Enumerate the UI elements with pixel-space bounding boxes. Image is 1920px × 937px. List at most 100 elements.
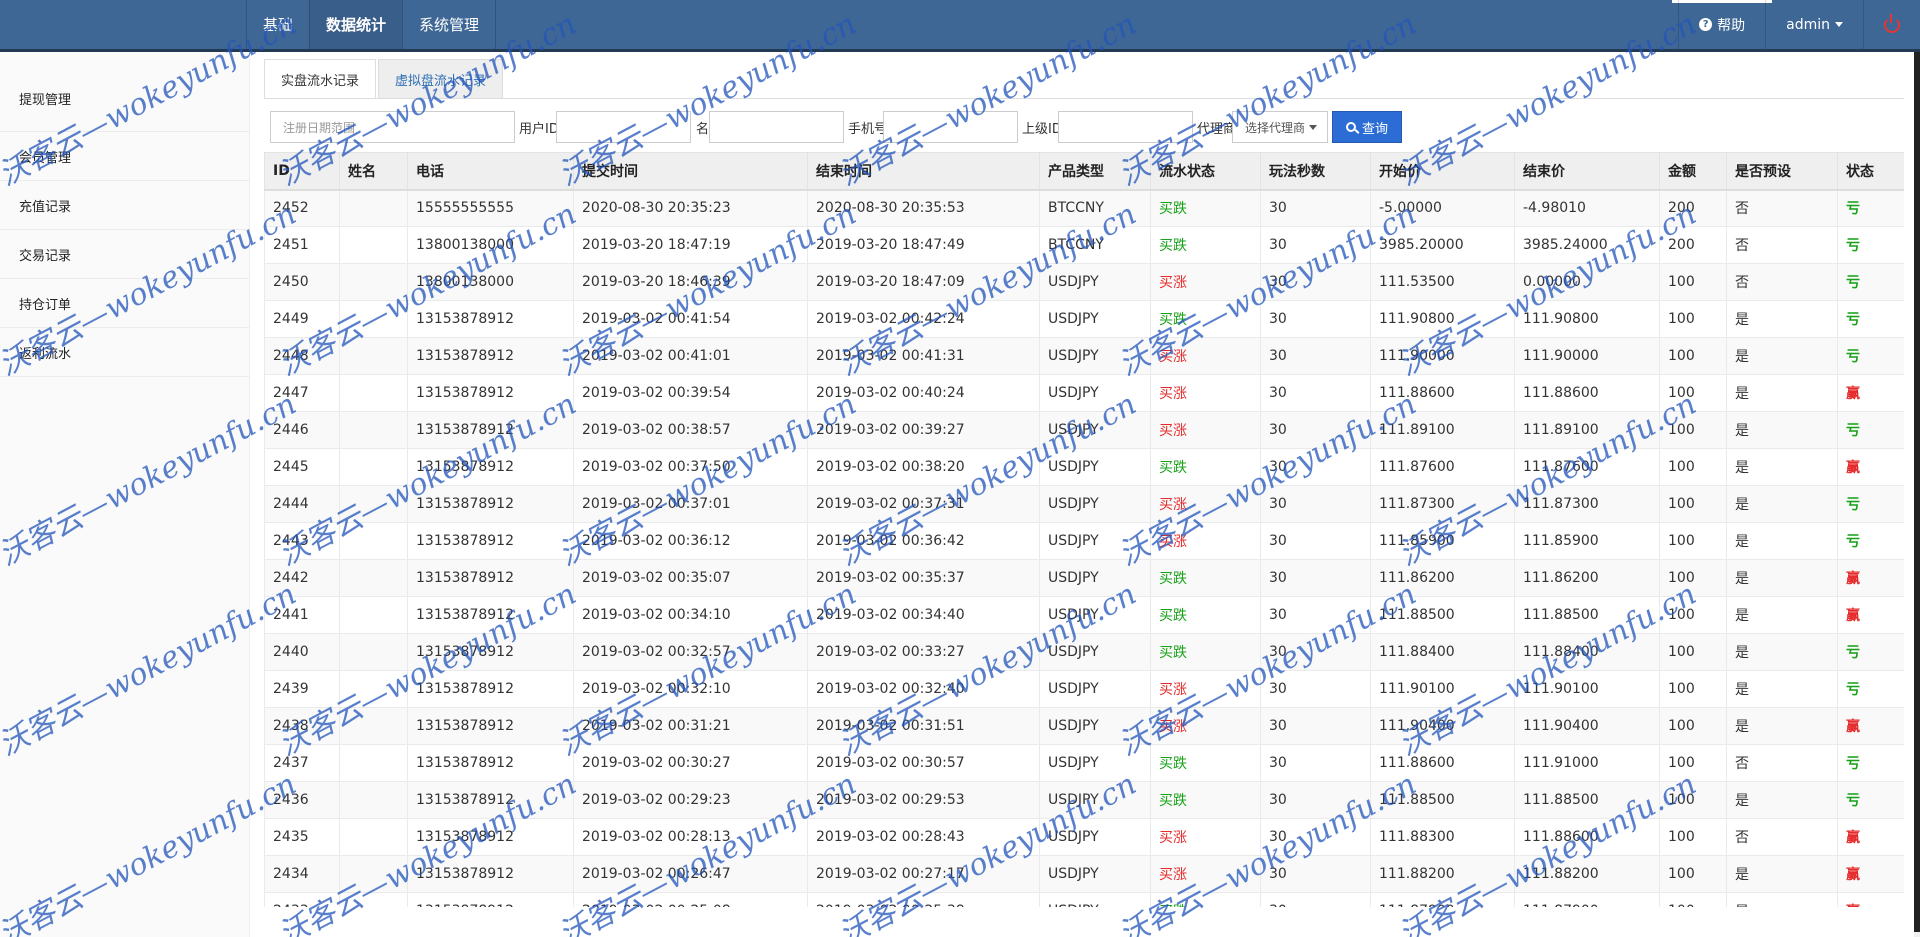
table-cell: 2019-03-02 00:38:57 xyxy=(573,411,808,449)
table-cell: 是 xyxy=(1726,633,1838,671)
table-cell: 2439 xyxy=(264,670,340,708)
sidebar-item-trades[interactable]: 交易记录 xyxy=(0,230,249,279)
table-cell: 赢 xyxy=(1837,892,1904,907)
table-cell xyxy=(339,781,408,819)
flow-table: ID 姓名 电话 提交时间 结束时间 产品类型 流水状态 玩法秒数 开始价 结束价 金额 是否预设 状态… xyxy=(264,152,1904,907)
help-link[interactable]: ? 帮助 xyxy=(1678,0,1765,49)
logout-button[interactable] xyxy=(1863,0,1920,49)
agent-id-input[interactable] xyxy=(1058,111,1193,143)
table-cell: USDJPY xyxy=(1039,707,1151,745)
table-cell: 30 xyxy=(1260,263,1371,301)
table-row: 2442 13153878912 2019-03-02 00:35:07 2019-0… xyxy=(264,559,1904,597)
nav-item-statistics[interactable]: 数据统计 xyxy=(309,0,403,49)
table-cell: 2019-03-02 00:26:47 xyxy=(573,855,808,893)
table-cell: 30 xyxy=(1260,744,1371,782)
table-cell: 111.88500 xyxy=(1370,596,1515,634)
table-cell: 30 xyxy=(1260,226,1371,264)
table-cell: 买跌 xyxy=(1150,744,1261,782)
sidebar-item-recharge[interactable]: 充值记录 xyxy=(0,181,249,230)
table-row: 2445 13153878912 2019-03-02 00:37:50 2019-0… xyxy=(264,448,1904,486)
table-header-row: ID 姓名 电话 提交时间 结束时间 产品类型 流水状态 玩法秒数 开始价 结束价 金额 是否预设 状态 xyxy=(264,152,1904,191)
tab-real-flow[interactable]: 实盘流水记录 xyxy=(264,59,377,99)
table-cell: 111.90000 xyxy=(1514,337,1660,375)
table-cell: 2019-03-02 00:30:27 xyxy=(573,744,808,782)
table-cell xyxy=(339,189,408,227)
nav-item-basic[interactable]: 基础 xyxy=(246,0,309,49)
table-cell: 15555555555 xyxy=(407,189,574,227)
date-range-input[interactable]: 注册日期范围 xyxy=(270,111,515,143)
table-cell: 2019-03-02 00:39:54 xyxy=(573,374,808,412)
table-cell: 2447 xyxy=(264,374,340,412)
table-cell: 30 xyxy=(1260,596,1371,634)
help-label: 帮助 xyxy=(1717,17,1746,34)
table-cell: 111.88600 xyxy=(1514,818,1660,856)
phone-input[interactable] xyxy=(883,111,1018,143)
table-cell: 13800138000 xyxy=(407,226,574,264)
table-cell: 30 xyxy=(1260,707,1371,745)
table-cell: 200 xyxy=(1659,226,1727,264)
table-cell: 2435 xyxy=(264,818,340,856)
table-cell: 100 xyxy=(1659,522,1727,560)
table-cell: 买涨 xyxy=(1150,411,1261,449)
table-cell: 2441 xyxy=(264,596,340,634)
table-row: 2433 131538789122019-03-02 00:25:082019-0… xyxy=(264,892,1904,907)
name-label: 名 xyxy=(696,121,710,137)
sidebar-item-positions[interactable]: 持仓订单 xyxy=(0,279,249,328)
query-label: 查询 xyxy=(1362,121,1389,137)
table-cell: 2436 xyxy=(264,781,340,819)
table-cell: 亏 xyxy=(1837,485,1904,523)
table-cell: 2019-03-02 00:41:01 xyxy=(573,337,808,375)
table-cell: 买涨 xyxy=(1150,374,1261,412)
sidebar-item-withdraw[interactable]: 提现管理 xyxy=(0,52,249,132)
table-cell: 赢 xyxy=(1837,448,1904,486)
tab-virtual-flow[interactable]: 虚拟盘流水记录 xyxy=(378,59,504,99)
scrollbar-thumb[interactable] xyxy=(1914,52,1920,932)
table-cell: USDJPY xyxy=(1039,818,1151,856)
table-cell: 2451 xyxy=(264,226,340,264)
table-row: 2446 13153878912 2019-03-02 00:38:57 2019-0… xyxy=(264,411,1904,449)
agent-select[interactable]: 选择代理商 xyxy=(1232,111,1328,143)
table-cell: USDJPY xyxy=(1039,670,1151,708)
table-cell: 2019-03-02 00:28:13 xyxy=(573,818,808,856)
table-cell: 3985.20000 xyxy=(1370,226,1515,264)
name-input[interactable] xyxy=(709,111,844,143)
query-button[interactable]: 查询 xyxy=(1332,111,1403,143)
table-cell: 2434 xyxy=(264,855,340,893)
table-cell: USDJPY xyxy=(1039,633,1151,671)
sidebar-item-rebate[interactable]: 返利流水 xyxy=(0,328,249,377)
table-cell: 否 xyxy=(1726,189,1838,227)
table-cell: 30 xyxy=(1260,892,1371,907)
table-cell: 111.90100 xyxy=(1514,670,1660,708)
table-cell: 2019-03-02 00:29:53 xyxy=(807,781,1040,819)
sidebar-item-members[interactable]: 会员管理 xyxy=(0,132,249,181)
table-cell: USDJPY xyxy=(1039,411,1151,449)
table-cell: 2442 xyxy=(264,559,340,597)
table-cell xyxy=(339,226,408,264)
table-cell: 100 xyxy=(1659,263,1727,301)
table-cell xyxy=(339,337,408,375)
user-menu[interactable]: admin xyxy=(1765,0,1863,49)
table-cell: 111.88300 xyxy=(1370,818,1515,856)
table-cell: 赢 xyxy=(1837,818,1904,856)
table-cell: 2449 xyxy=(264,300,340,338)
table-cell: 111.86200 xyxy=(1370,559,1515,597)
table-cell: 30 xyxy=(1260,522,1371,560)
table-cell xyxy=(339,892,408,907)
nav-item-system[interactable]: 系统管理 xyxy=(402,0,497,49)
table-cell: 111.85900 xyxy=(1514,522,1660,560)
table-cell: 111.90800 xyxy=(1514,300,1660,338)
table-cell: 30 xyxy=(1260,189,1371,227)
column-header: 玩法秒数 xyxy=(1260,152,1371,191)
table-cell: 111.87600 xyxy=(1370,448,1515,486)
table-cell: 111.88400 xyxy=(1370,633,1515,671)
table-cell: 否 xyxy=(1726,226,1838,264)
user-id-input[interactable] xyxy=(556,111,691,143)
table-cell: 买跌 xyxy=(1150,300,1261,338)
table-row: 2444 13153878912 2019-03-02 00:37:01 2019-0… xyxy=(264,485,1904,523)
table-cell: 100 xyxy=(1659,744,1727,782)
table-cell: 2019-03-02 00:28:43 xyxy=(807,818,1040,856)
table-cell: 2437 xyxy=(264,744,340,782)
table-cell: 30 xyxy=(1260,633,1371,671)
column-header: 金额 xyxy=(1659,152,1727,191)
page-scrollbar[interactable] xyxy=(1914,52,1920,937)
